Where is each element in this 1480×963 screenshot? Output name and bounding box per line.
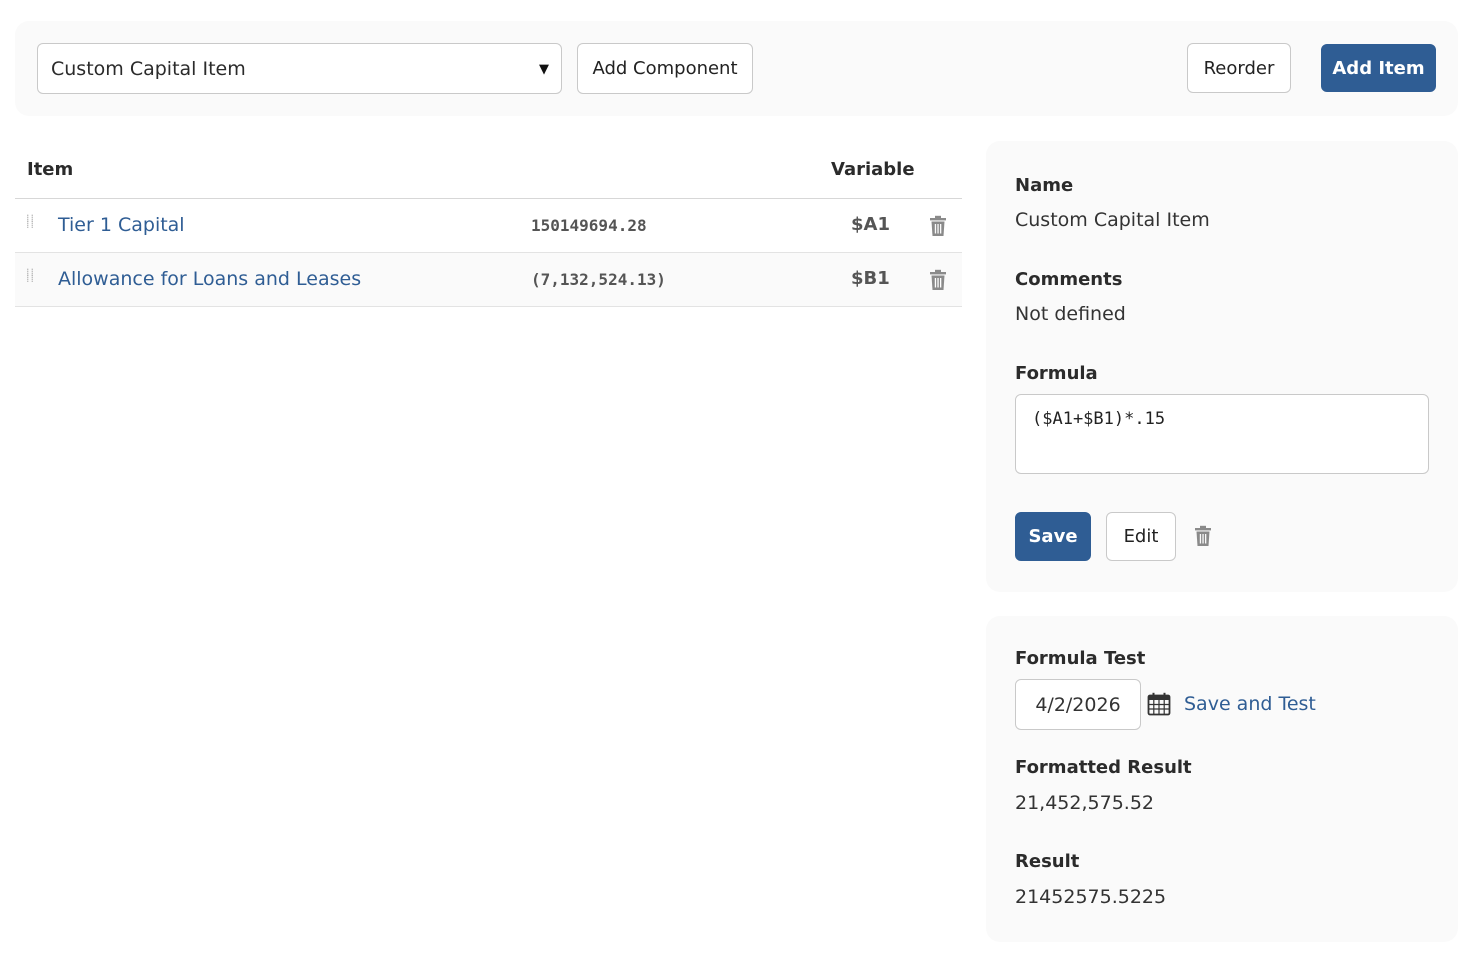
item-select[interactable]: Custom Capital Item ▼ — [37, 43, 562, 94]
result-value: 21452575.5225 — [1015, 886, 1167, 908]
table-row: ⁞⁞ ⁞⁞ Allowance for Loans and Leases (7,1… — [15, 253, 962, 307]
row-variable: $A1 — [851, 214, 890, 235]
caret-down-icon: ▼ — [539, 62, 549, 77]
add-item-button[interactable]: Add Item — [1321, 44, 1436, 92]
item-details-panel: Name Custom Capital Item Comments Not de… — [986, 141, 1458, 592]
item-select-value: Custom Capital Item — [51, 57, 246, 80]
toolbar: Custom Capital Item ▼ Add Component Reor… — [15, 21, 1458, 116]
calendar-icon[interactable] — [1147, 692, 1171, 716]
trash-icon[interactable] — [928, 215, 948, 237]
trash-icon[interactable] — [1193, 525, 1213, 547]
test-date-input[interactable]: 4/2/2026 — [1015, 679, 1141, 730]
formula-test-title: Formula Test — [1015, 648, 1146, 669]
save-and-test-link[interactable]: Save and Test — [1184, 693, 1316, 715]
column-header-variable: Variable — [831, 159, 915, 180]
formatted-result-label: Formatted Result — [1015, 757, 1192, 778]
comments-label: Comments — [1015, 269, 1123, 290]
edit-button[interactable]: Edit — [1106, 512, 1176, 561]
table-header: Item Variable — [15, 140, 962, 199]
result-label: Result — [1015, 851, 1080, 872]
formula-label: Formula — [1015, 363, 1098, 384]
reorder-button[interactable]: Reorder — [1187, 43, 1291, 93]
save-button[interactable]: Save — [1015, 512, 1091, 561]
drag-handle-icon[interactable]: ⁞⁞ ⁞⁞ — [26, 267, 34, 292]
row-item-link[interactable]: Tier 1 Capital — [58, 214, 185, 236]
name-value: Custom Capital Item — [1015, 209, 1210, 231]
row-value: (7,132,524.13) — [531, 270, 666, 289]
formula-field[interactable]: ($A1+$B1)*.15 — [1015, 394, 1429, 474]
row-value: 150149694.28 — [531, 216, 647, 235]
drag-handle-icon[interactable]: ⁞⁞ ⁞⁞ — [26, 213, 34, 238]
name-label: Name — [1015, 175, 1074, 196]
comments-value: Not defined — [1015, 303, 1126, 325]
formatted-result-value: 21,452,575.52 — [1015, 792, 1155, 814]
row-item-link[interactable]: Allowance for Loans and Leases — [58, 268, 361, 290]
row-variable: $B1 — [851, 268, 890, 289]
formula-test-panel: Formula Test 4/2/2026 Save and Test Form… — [986, 616, 1458, 942]
column-header-item: Item — [27, 159, 74, 180]
trash-icon[interactable] — [928, 269, 948, 291]
table-row: ⁞⁞ ⁞⁞ Tier 1 Capital 150149694.28 $A1 — [15, 199, 962, 253]
add-component-button[interactable]: Add Component — [577, 43, 753, 94]
components-table: Item Variable ⁞⁞ ⁞⁞ Tier 1 Capital 150149… — [15, 140, 962, 307]
